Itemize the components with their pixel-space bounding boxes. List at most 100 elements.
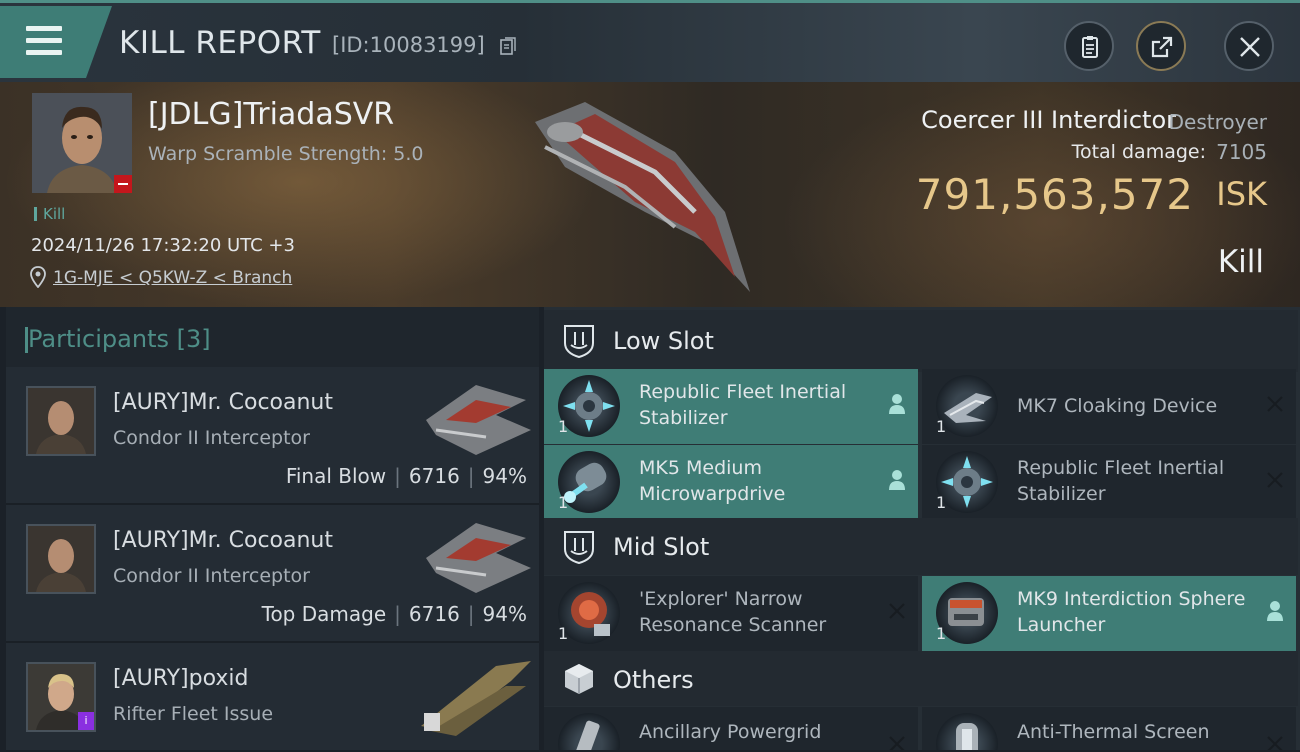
isk-value: 791,563,572 [915, 170, 1194, 219]
module-quantity: 1 [936, 624, 947, 643]
destroyed-x-icon [889, 736, 905, 750]
fitting-item[interactable]: Anti-Thermal Screen [922, 707, 1296, 750]
victim-avatar[interactable] [32, 93, 132, 193]
warp-scramble-strength: Warp Scramble Strength: 5.0 [148, 143, 424, 165]
low-slot-label: Low Slot [613, 327, 714, 355]
participant-damage: 6716 [408, 464, 460, 488]
destroyed-x-icon [1267, 472, 1283, 488]
victim-ship-name[interactable]: Coercer III Interdictor [921, 106, 1176, 134]
stat-divider: | [394, 464, 401, 488]
participant-stats: Final Blow | 6716 | 94% [286, 464, 527, 488]
stat-divider: | [394, 602, 401, 626]
participant-ship-image [421, 661, 531, 736]
participant-name[interactable]: [AURY]Mr. Cocoanut [113, 528, 333, 553]
participant-row[interactable]: i [AURY]poxid Rifter Fleet Issue [6, 643, 539, 752]
mid-slot-section: Mid Slot [544, 518, 1298, 575]
destroyed-x-icon [889, 603, 905, 619]
participant-ship: Rifter Fleet Issue [113, 703, 274, 725]
others-label: Others [613, 666, 694, 694]
isk-unit: ISK [1216, 175, 1267, 213]
module-quantity: 1 [558, 417, 569, 436]
victim-ship-image[interactable] [525, 92, 765, 302]
victim-ship-class: Destroyer [1168, 110, 1267, 134]
location-pin-icon [30, 266, 46, 288]
share-icon [1151, 36, 1173, 58]
kill-timestamp: 2024/11/26 17:32:20 UTC +3 [31, 235, 295, 256]
participants-header: Participants [3] [25, 325, 211, 353]
participant-role: Final Blow [285, 464, 387, 488]
dropped-person-icon [889, 470, 905, 490]
module-name: MK7 Cloaking Device [1017, 395, 1218, 417]
pilot-portrait-icon [28, 526, 94, 592]
module-name: MK5 Medium Microwarpdrive [639, 457, 786, 505]
participant-damage-percent: 94% [482, 464, 527, 488]
destroyed-x-icon [1267, 736, 1283, 750]
menu-button[interactable] [0, 6, 112, 78]
clipboard-icon [1082, 36, 1098, 58]
participant-ship: Condor II Interceptor [113, 427, 310, 449]
module-quantity: 1 [936, 493, 947, 512]
participant-ship-image [426, 523, 531, 593]
fitting-item[interactable]: 1 MK9 Interdiction Sphere Launcher [922, 576, 1296, 651]
participant-role: Top Damage [261, 602, 387, 626]
total-damage-label: Total damage: [1071, 141, 1206, 163]
close-icon [1240, 37, 1260, 57]
kill-type-tag: Kill [34, 205, 65, 223]
destroyed-x-icon [1267, 396, 1283, 412]
close-button[interactable] [1224, 21, 1274, 71]
participant-avatar [26, 524, 96, 594]
module-name: Republic Fleet Inertial Stabilizer [639, 381, 847, 429]
low-slot-shield-icon [564, 325, 594, 359]
dropped-person-icon [1267, 601, 1283, 621]
report-id: [ID:10083199] [332, 33, 485, 57]
dropped-person-icon [889, 394, 905, 414]
header-bar: KILL REPORT [ID:10083199] [0, 0, 1300, 82]
module-name: Ancillary Powergrid [639, 721, 822, 743]
participant-ship: Condor II Interceptor [113, 565, 310, 587]
cube-icon [565, 664, 593, 694]
low-slot-section: Low Slot [544, 310, 1298, 372]
share-button[interactable] [1136, 21, 1186, 71]
fitting-item[interactable]: Ancillary Powergrid [544, 707, 918, 750]
participant-name[interactable]: [AURY]Mr. Cocoanut [113, 390, 333, 415]
pilot-portrait-icon [28, 388, 94, 454]
participant-damage: 6716 [408, 602, 460, 626]
participant-row[interactable]: [AURY]Mr. Cocoanut Condor II Interceptor… [6, 505, 539, 643]
page-title: KILL REPORT [119, 25, 321, 61]
participants-count: [3] [176, 325, 211, 353]
module-icon [558, 713, 620, 750]
module-icon [936, 713, 998, 750]
hostile-flag-icon [114, 175, 132, 193]
participant-avatar [26, 386, 96, 456]
mid-slot-shield-icon [564, 531, 594, 565]
total-damage-value: 7105 [1216, 140, 1267, 164]
stat-divider: | [467, 602, 475, 626]
kill-location-link[interactable]: 1G-MJE < Q5KW-Z < Branch [53, 268, 292, 288]
rank-badge-icon: i [78, 712, 94, 730]
participant-row[interactable]: [AURY]Mr. Cocoanut Condor II Interceptor… [6, 367, 539, 505]
module-quantity: 1 [558, 624, 569, 643]
fitting-item[interactable]: 1 MK5 Medium Microwarpdrive [544, 445, 918, 520]
fitting-item[interactable]: 1 Republic Fleet Inertial Stabilizer [922, 445, 1296, 520]
module-quantity: 1 [936, 417, 947, 436]
clipboard-button[interactable] [1064, 21, 1114, 71]
module-quantity: 1 [558, 493, 569, 512]
module-name: Anti-Thermal Screen [1017, 721, 1210, 743]
fitting-item[interactable]: 1 Republic Fleet Inertial Stabilizer [544, 369, 918, 444]
participant-name[interactable]: [AURY]poxid [113, 666, 248, 691]
participant-damage-percent: 94% [482, 602, 527, 626]
copy-icon[interactable] [500, 37, 516, 55]
kill-result-label: Kill [1217, 244, 1264, 280]
module-name: 'Explorer' Narrow Resonance Scanner [639, 588, 827, 636]
hamburger-menu-icon [26, 26, 62, 56]
fitting-item[interactable]: 1 MK7 Cloaking Device [922, 369, 1296, 444]
mid-slot-label: Mid Slot [613, 533, 710, 561]
participants-label: Participants [28, 325, 169, 353]
fitting-item[interactable]: 1 'Explorer' Narrow Resonance Scanner [544, 576, 918, 651]
victim-name[interactable]: [JDLG]TriadaSVR [148, 97, 394, 132]
module-name: Republic Fleet Inertial Stabilizer [1017, 457, 1225, 505]
participant-stats: Top Damage | 6716 | 94% [262, 602, 527, 626]
participant-ship-image [426, 385, 531, 455]
others-section: Others [544, 651, 1298, 706]
stat-divider: | [467, 464, 475, 488]
